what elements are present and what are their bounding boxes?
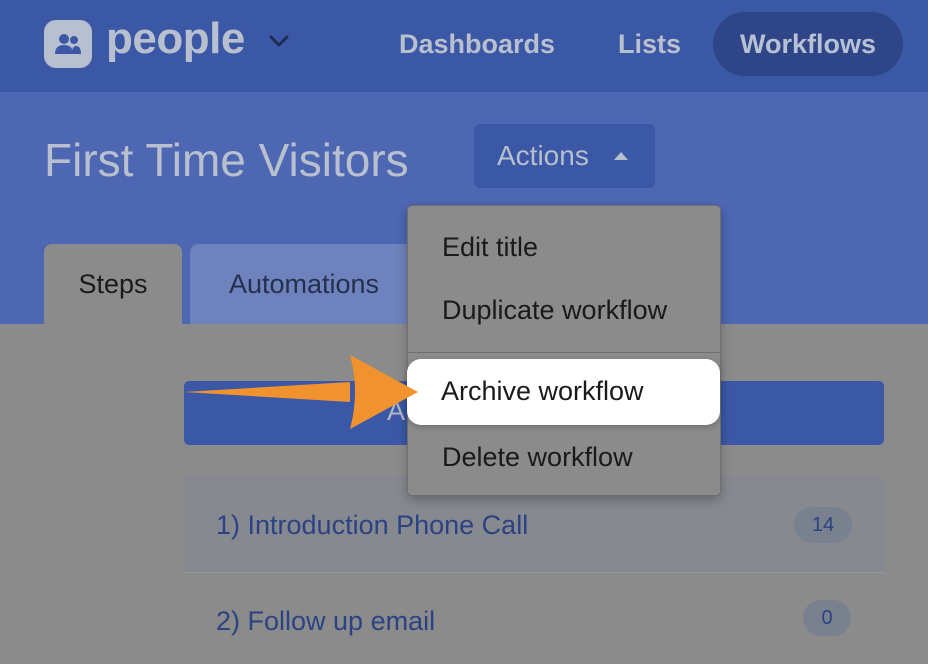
menu-item-archive-workflow-label: Archive workflow xyxy=(441,376,644,406)
menu-divider xyxy=(408,352,720,353)
tab-steps[interactable]: Steps xyxy=(44,244,182,324)
top-navigation-bar: people Dashboards Lists Workflows xyxy=(0,0,928,92)
nav-workflows[interactable]: Workflows xyxy=(713,12,903,76)
step-row[interactable]: 2) Follow up email 0 xyxy=(184,572,884,664)
app-name[interactable]: people xyxy=(106,14,245,64)
menu-item-archive-workflow[interactable]: Archive workflow xyxy=(407,359,720,425)
menu-item-duplicate-workflow[interactable]: Duplicate workflow xyxy=(442,295,667,326)
chevron-down-icon[interactable] xyxy=(268,34,290,48)
nav-lists[interactable]: Lists xyxy=(618,12,681,76)
arrow-right-icon xyxy=(184,355,418,429)
actions-dropdown-menu: Edit title Duplicate workflow Delete wor… xyxy=(407,205,721,496)
step-count-badge: 0 xyxy=(803,600,851,636)
menu-item-delete-workflow[interactable]: Delete workflow xyxy=(442,442,633,473)
menu-item-edit-title[interactable]: Edit title xyxy=(442,232,538,263)
nav-dashboards[interactable]: Dashboards xyxy=(399,12,555,76)
people-logo-icon[interactable] xyxy=(44,20,92,68)
tab-automations[interactable]: Automations xyxy=(190,244,418,324)
step-count-badge: 14 xyxy=(794,507,852,543)
caret-up-icon xyxy=(614,152,628,160)
actions-button-label: Actions xyxy=(497,140,589,171)
step-label[interactable]: 1) Introduction Phone Call xyxy=(216,510,528,541)
step-label[interactable]: 2) Follow up email xyxy=(216,606,435,637)
page-title: First Time Visitors xyxy=(44,134,409,186)
